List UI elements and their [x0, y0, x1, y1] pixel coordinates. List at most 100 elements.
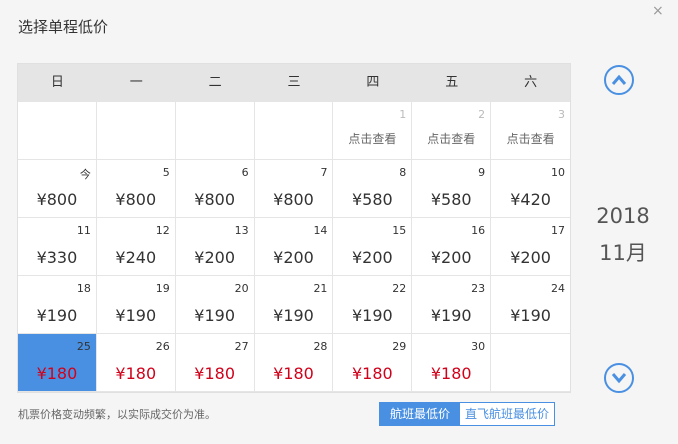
weekday-label: 二: [208, 75, 222, 90]
day-cell[interactable]: 12 ¥240: [96, 218, 176, 276]
day-number: 8: [399, 166, 407, 179]
day-number: 13: [234, 224, 249, 237]
day-cell[interactable]: 14 ¥200: [254, 218, 334, 276]
day-number: 28: [313, 340, 328, 353]
day-cell[interactable]: 13 ¥200: [175, 218, 255, 276]
day-cell[interactable]: 15 ¥200: [333, 218, 413, 276]
day-number: 9: [478, 166, 486, 179]
day-number: 30: [471, 340, 486, 353]
day-number: 11: [76, 224, 91, 237]
day-cell[interactable]: 24 ¥190: [491, 276, 571, 334]
day-cell[interactable]: 29 ¥180: [333, 334, 413, 392]
day-price: ¥200: [273, 248, 314, 267]
day-cell[interactable]: 19 ¥190: [96, 276, 176, 334]
prev-month-button[interactable]: [604, 65, 634, 95]
day-number: 15: [392, 224, 407, 237]
calendar-week-row: 18 ¥190 19 ¥190 20 ¥190 21 ¥190 22 ¥190 23 ¥190 24 ¥1…: [18, 276, 571, 334]
day-cell[interactable]: 18 ¥190: [18, 276, 97, 334]
calendar-body: 1 点击查看 2 点击查看 3 点击查看今 ¥800 5 ¥800 6 ¥800 7 ¥800 8 ¥580…: [18, 102, 571, 392]
day-number: 27: [234, 340, 249, 353]
empty-day-cell: [96, 102, 176, 160]
day-number: 23: [471, 282, 486, 295]
day-price: ¥190: [115, 306, 157, 325]
day-price: ¥190: [194, 306, 235, 325]
day-price: ¥180: [352, 364, 393, 383]
day-number: 24: [551, 282, 566, 295]
day-number: 3: [558, 108, 566, 121]
day-cell[interactable]: 16 ¥200: [412, 218, 492, 276]
day-cell[interactable]: 7 ¥800: [254, 160, 334, 218]
day-cell[interactable]: 26 ¥180: [96, 334, 176, 392]
tab-direct-lowest[interactable]: 直飞航班最低价: [460, 403, 554, 425]
day-number: 5: [162, 166, 170, 179]
day-price: ¥800: [273, 190, 314, 209]
day-price: ¥180: [115, 364, 157, 383]
day-cell[interactable]: 6 ¥800: [175, 160, 255, 218]
day-cell[interactable]: 25 ¥180: [18, 334, 97, 392]
day-number: 6: [241, 166, 249, 179]
day-cell[interactable]: 1 点击查看: [333, 102, 413, 160]
empty-day-cell: [491, 334, 571, 392]
day-price: ¥190: [36, 306, 78, 325]
chevron-down-icon: [611, 373, 627, 384]
weekday-label: 四: [366, 75, 380, 90]
day-cell[interactable]: 17 ¥200: [491, 218, 571, 276]
day-price: ¥800: [194, 190, 235, 209]
day-number: 26: [155, 340, 170, 353]
day-price: ¥180: [194, 364, 235, 383]
day-number: 12: [155, 224, 170, 237]
dialog-title: 选择单程低价: [18, 18, 109, 36]
day-price: ¥190: [352, 306, 393, 325]
day-price: ¥580: [352, 190, 393, 209]
calendar-month: 11月: [599, 241, 647, 265]
day-cell[interactable]: 20 ¥190: [175, 276, 255, 334]
day-cell[interactable]: 9 ¥580: [412, 160, 492, 218]
weekday-label: 日: [50, 75, 64, 90]
day-cell[interactable]: 8 ¥580: [333, 160, 413, 218]
day-cell[interactable]: 28 ¥180: [254, 334, 334, 392]
calendar-week-row: 今 ¥800 5 ¥800 6 ¥800 7 ¥800 8 ¥580 9 ¥580 10 ¥420: [18, 160, 571, 218]
day-number: 今: [79, 168, 91, 181]
day-cell[interactable]: 30 ¥180: [412, 334, 492, 392]
weekday-label: 一: [129, 75, 143, 90]
day-cell[interactable]: 今 ¥800: [18, 160, 97, 218]
day-cell[interactable]: 23 ¥190: [412, 276, 492, 334]
day-number: 29: [392, 340, 407, 353]
weekday-label: 三: [287, 75, 301, 90]
day-cell[interactable]: 10 ¥420: [491, 160, 571, 218]
day-cell[interactable]: 2 点击查看: [412, 102, 492, 160]
price-note: 机票价格变动频繁，以实际成交价为准。: [18, 408, 216, 421]
day-price: ¥200: [194, 248, 235, 267]
calendar-week-row: 1 点击查看 2 点击查看 3 点击查看: [18, 102, 571, 160]
day-cell[interactable]: 11 ¥330: [18, 218, 97, 276]
price-mode-tabs: 航班最低价 直飞航班最低价: [379, 402, 555, 426]
close-icon[interactable]: ×: [652, 3, 664, 19]
day-price: ¥800: [36, 190, 78, 209]
empty-day-cell: [18, 102, 97, 160]
day-number: 1: [399, 108, 407, 121]
day-cell[interactable]: 5 ¥800: [96, 160, 176, 218]
day-price: ¥180: [273, 364, 314, 383]
click-to-view-link[interactable]: 点击查看: [333, 130, 411, 147]
day-price: ¥200: [352, 248, 393, 267]
day-price: ¥200: [510, 248, 551, 267]
click-to-view-link[interactable]: 点击查看: [491, 130, 570, 147]
weekday-label: 六: [524, 75, 538, 90]
day-price: ¥580: [430, 190, 472, 209]
day-cell[interactable]: 21 ¥190: [254, 276, 334, 334]
day-price: ¥420: [510, 190, 551, 209]
day-cell[interactable]: 3 点击查看: [491, 102, 571, 160]
day-number: 14: [313, 224, 328, 237]
day-number: 19: [155, 282, 170, 295]
day-price: ¥240: [115, 248, 157, 267]
tab-flight-lowest[interactable]: 航班最低价: [380, 403, 460, 425]
day-cell[interactable]: 22 ¥190: [333, 276, 413, 334]
next-month-button[interactable]: [604, 363, 634, 393]
day-cell[interactable]: 27 ¥180: [175, 334, 255, 392]
day-price: ¥180: [36, 364, 78, 383]
day-number: 17: [551, 224, 566, 237]
day-number: 21: [313, 282, 328, 295]
day-price: ¥330: [36, 248, 78, 267]
empty-day-cell: [175, 102, 255, 160]
click-to-view-link[interactable]: 点击查看: [412, 130, 490, 147]
